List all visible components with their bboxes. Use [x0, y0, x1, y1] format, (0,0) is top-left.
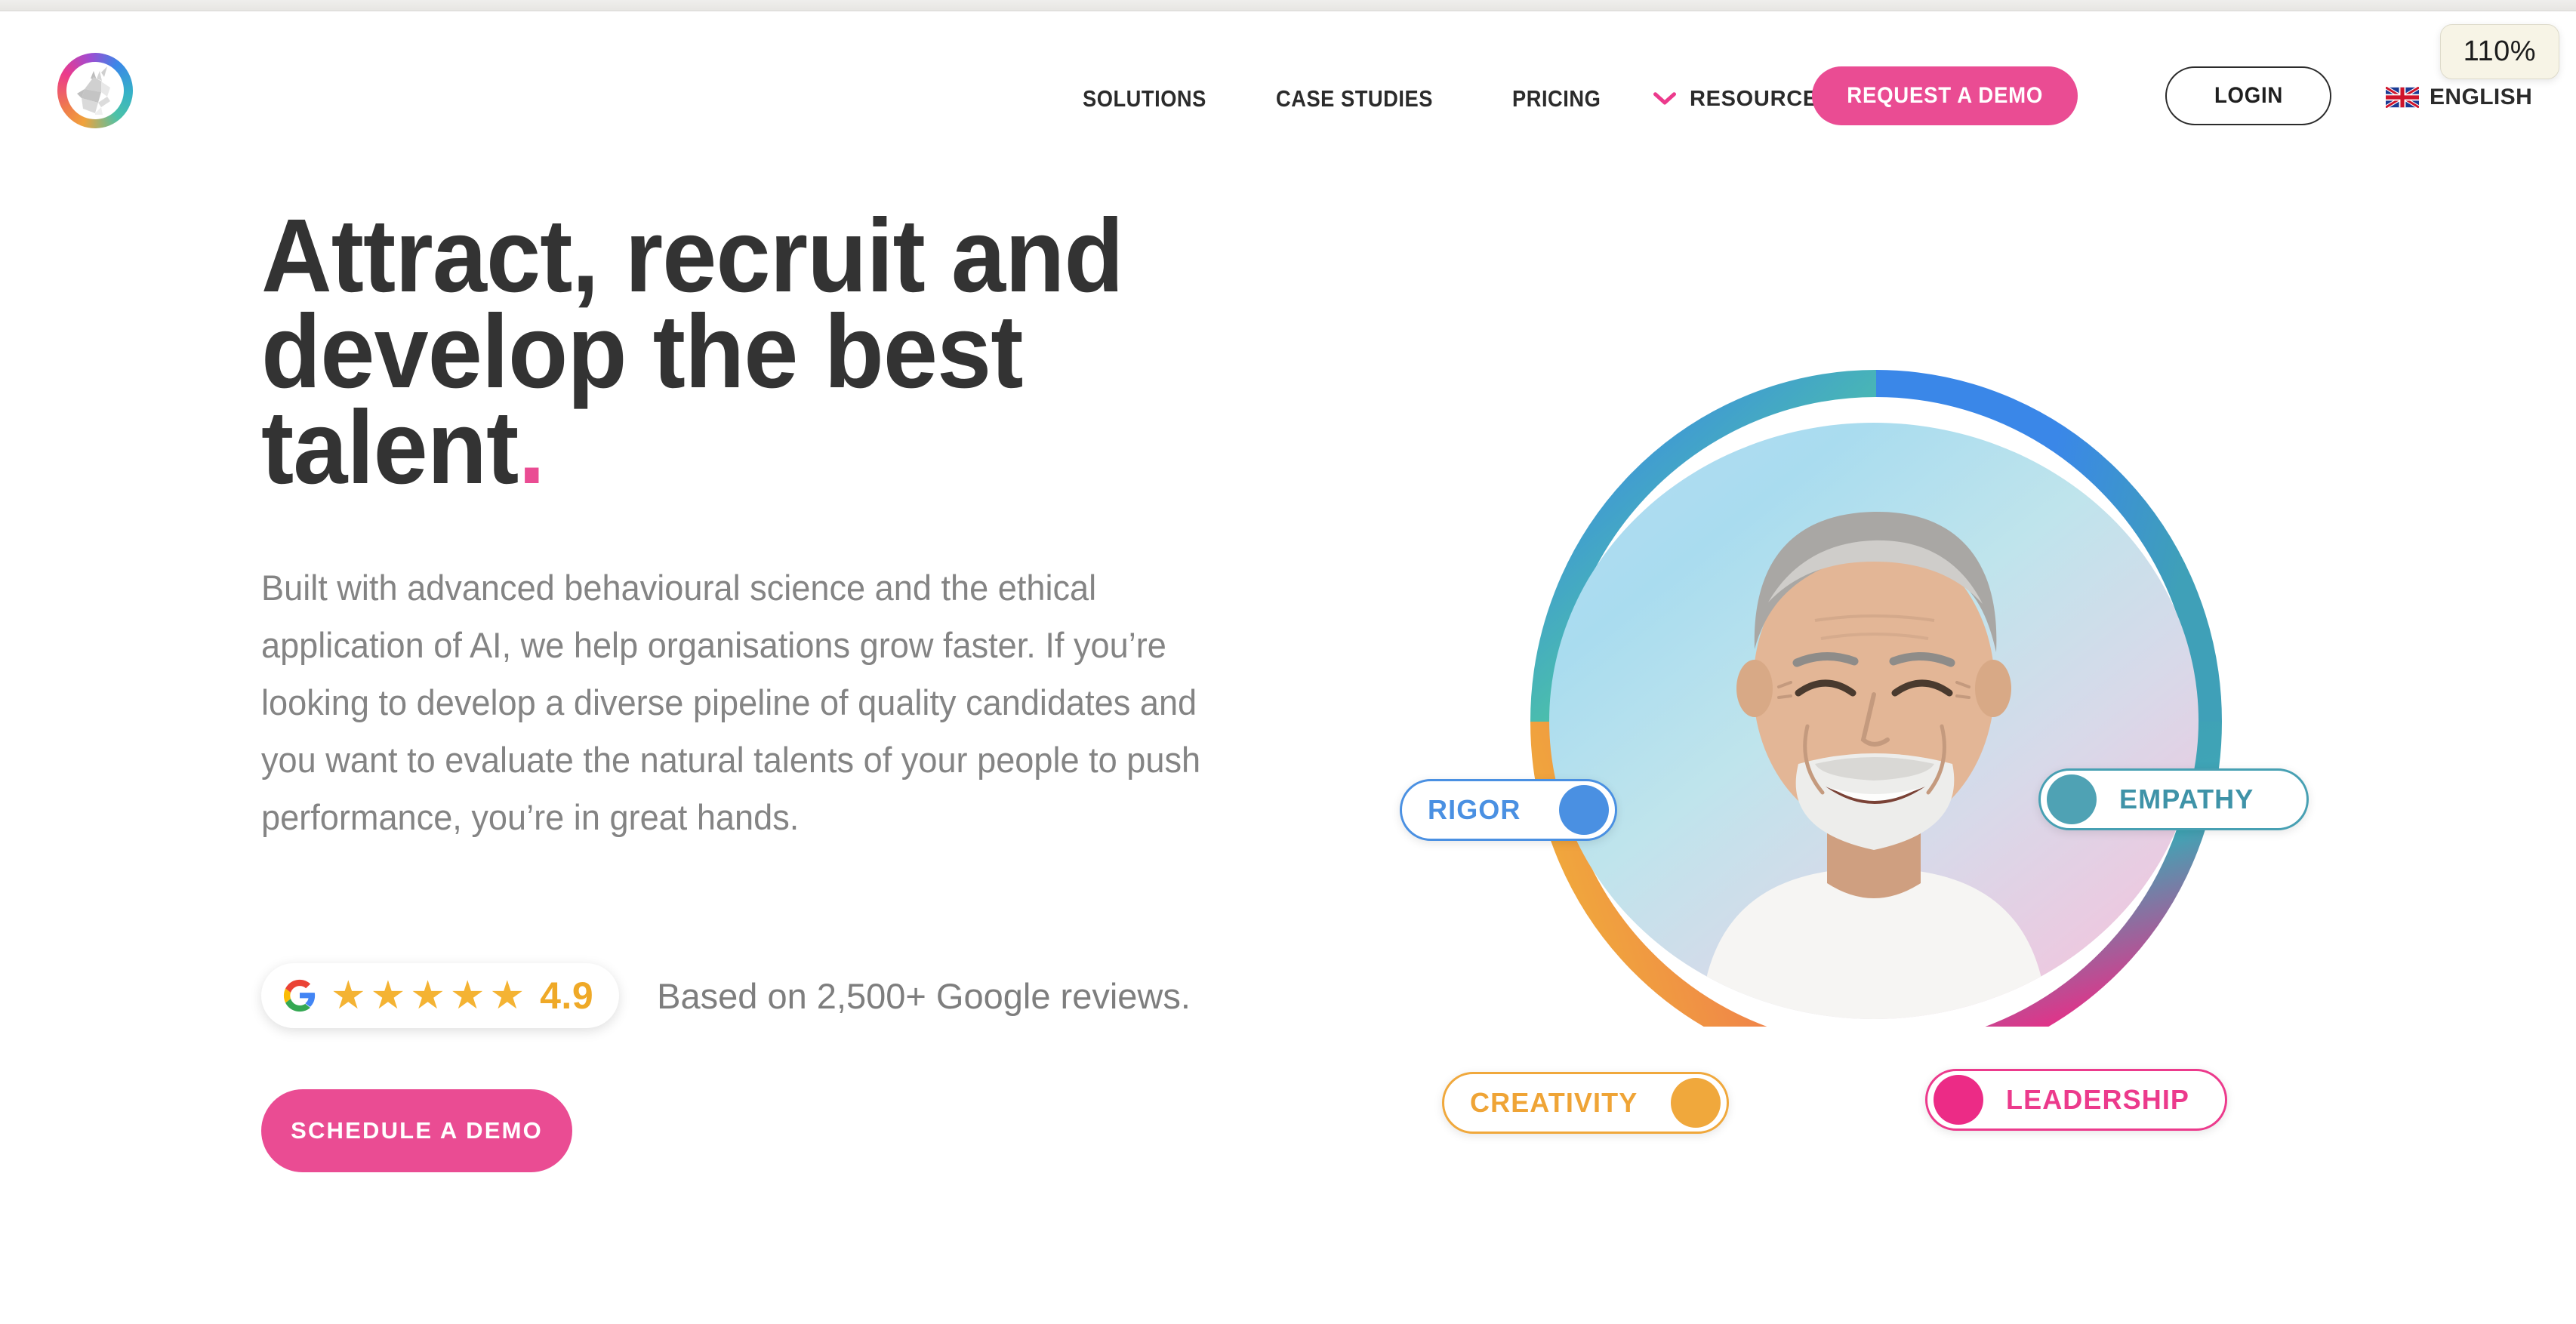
star-icon: ★ [489, 974, 525, 1018]
pill-rigor-dot [1559, 785, 1609, 835]
nav-item-pricing[interactable]: PRICING [1512, 85, 1601, 112]
hero-paragraph: Built with advanced behavioural science … [261, 567, 1201, 838]
login-button[interactable]: LOGIN [2165, 66, 2331, 125]
site-header: SOLUTIONS CASE STUDIES PRICING RESOURCES… [0, 11, 2576, 169]
zoom-level-badge[interactable]: 110% [2439, 24, 2559, 79]
chevron-down-icon [1653, 92, 1676, 105]
page-title: Attract, recruit and develop the best ta… [261, 204, 1269, 500]
smiling-man-illustration [1700, 511, 2048, 1019]
star-icon: ★ [331, 974, 366, 1018]
star-rating-icons: ★ ★ ★ ★ ★ [331, 976, 529, 1015]
pill-creativity-dot [1671, 1078, 1721, 1128]
main-navigation: SOLUTIONS CASE STUDIES PRICING RESOURCES [1083, 85, 1833, 112]
nav-item-case-studies[interactable]: CASE STUDIES [1276, 85, 1433, 112]
pill-rigor-label: RIGOR [1428, 794, 1521, 825]
pill-rigor[interactable]: RIGOR [1400, 779, 1617, 841]
request-demo-button[interactable]: REQUEST A DEMO [1812, 66, 2078, 125]
nav-item-resources[interactable]: RESOURCES [1653, 87, 1833, 112]
unicorn-logo[interactable] [57, 53, 133, 128]
logo-inner-disc [66, 62, 124, 119]
google-review-badge[interactable]: ★ ★ ★ ★ ★ 4.9 [261, 963, 620, 1028]
pill-leadership-label: LEADERSHIP [2006, 1084, 2190, 1115]
pill-empathy-label: EMPATHY [2119, 784, 2254, 814]
page-root: 110% SOLUTIONS CASE STUDIES PRICING RESO… [0, 0, 2576, 1324]
pill-leadership[interactable]: LEADERSHIP [1925, 1069, 2227, 1131]
browser-chrome-strip [0, 0, 2576, 11]
star-icon: ★ [370, 974, 406, 1018]
portrait-photo [1549, 423, 2199, 1019]
pill-creativity[interactable]: CREATIVITY [1442, 1072, 1729, 1134]
schedule-demo-label: SCHEDULE A DEMO [291, 1117, 543, 1144]
unicorn-icon [77, 66, 110, 115]
request-demo-label: REQUEST A DEMO [1847, 83, 2043, 108]
hero-graphic: RIGOR EMPATHY CREATIVITY LEADERSHIP [1359, 317, 2309, 1134]
pill-empathy[interactable]: EMPATHY [2038, 768, 2309, 830]
star-icon: ★ [449, 974, 485, 1018]
headline-line-3: talent [261, 389, 519, 506]
star-icon: ★ [410, 974, 445, 1018]
uk-flag-icon [2386, 87, 2419, 108]
pill-empathy-dot [2047, 774, 2097, 824]
hero-content: Attract, recruit and develop the best ta… [261, 204, 1333, 1172]
headline-accent-period: . [518, 389, 545, 506]
language-selector[interactable]: ENGLISH [2386, 85, 2532, 110]
language-label: ENGLISH [2430, 85, 2533, 109]
schedule-demo-button[interactable]: SCHEDULE A DEMO [261, 1089, 572, 1172]
google-g-icon [283, 979, 316, 1012]
google-review-row: ★ ★ ★ ★ ★ 4.9 Based on 2,500+ Google rev… [261, 963, 1191, 1028]
pill-leadership-dot [1934, 1075, 1983, 1125]
rating-value: 4.9 [540, 975, 594, 1017]
pill-creativity-label: CREATIVITY [1470, 1087, 1638, 1118]
login-label: LOGIN [2214, 83, 2283, 108]
nav-item-solutions[interactable]: SOLUTIONS [1083, 85, 1206, 112]
review-caption: Based on 2,500+ Google reviews. [657, 975, 1191, 1016]
